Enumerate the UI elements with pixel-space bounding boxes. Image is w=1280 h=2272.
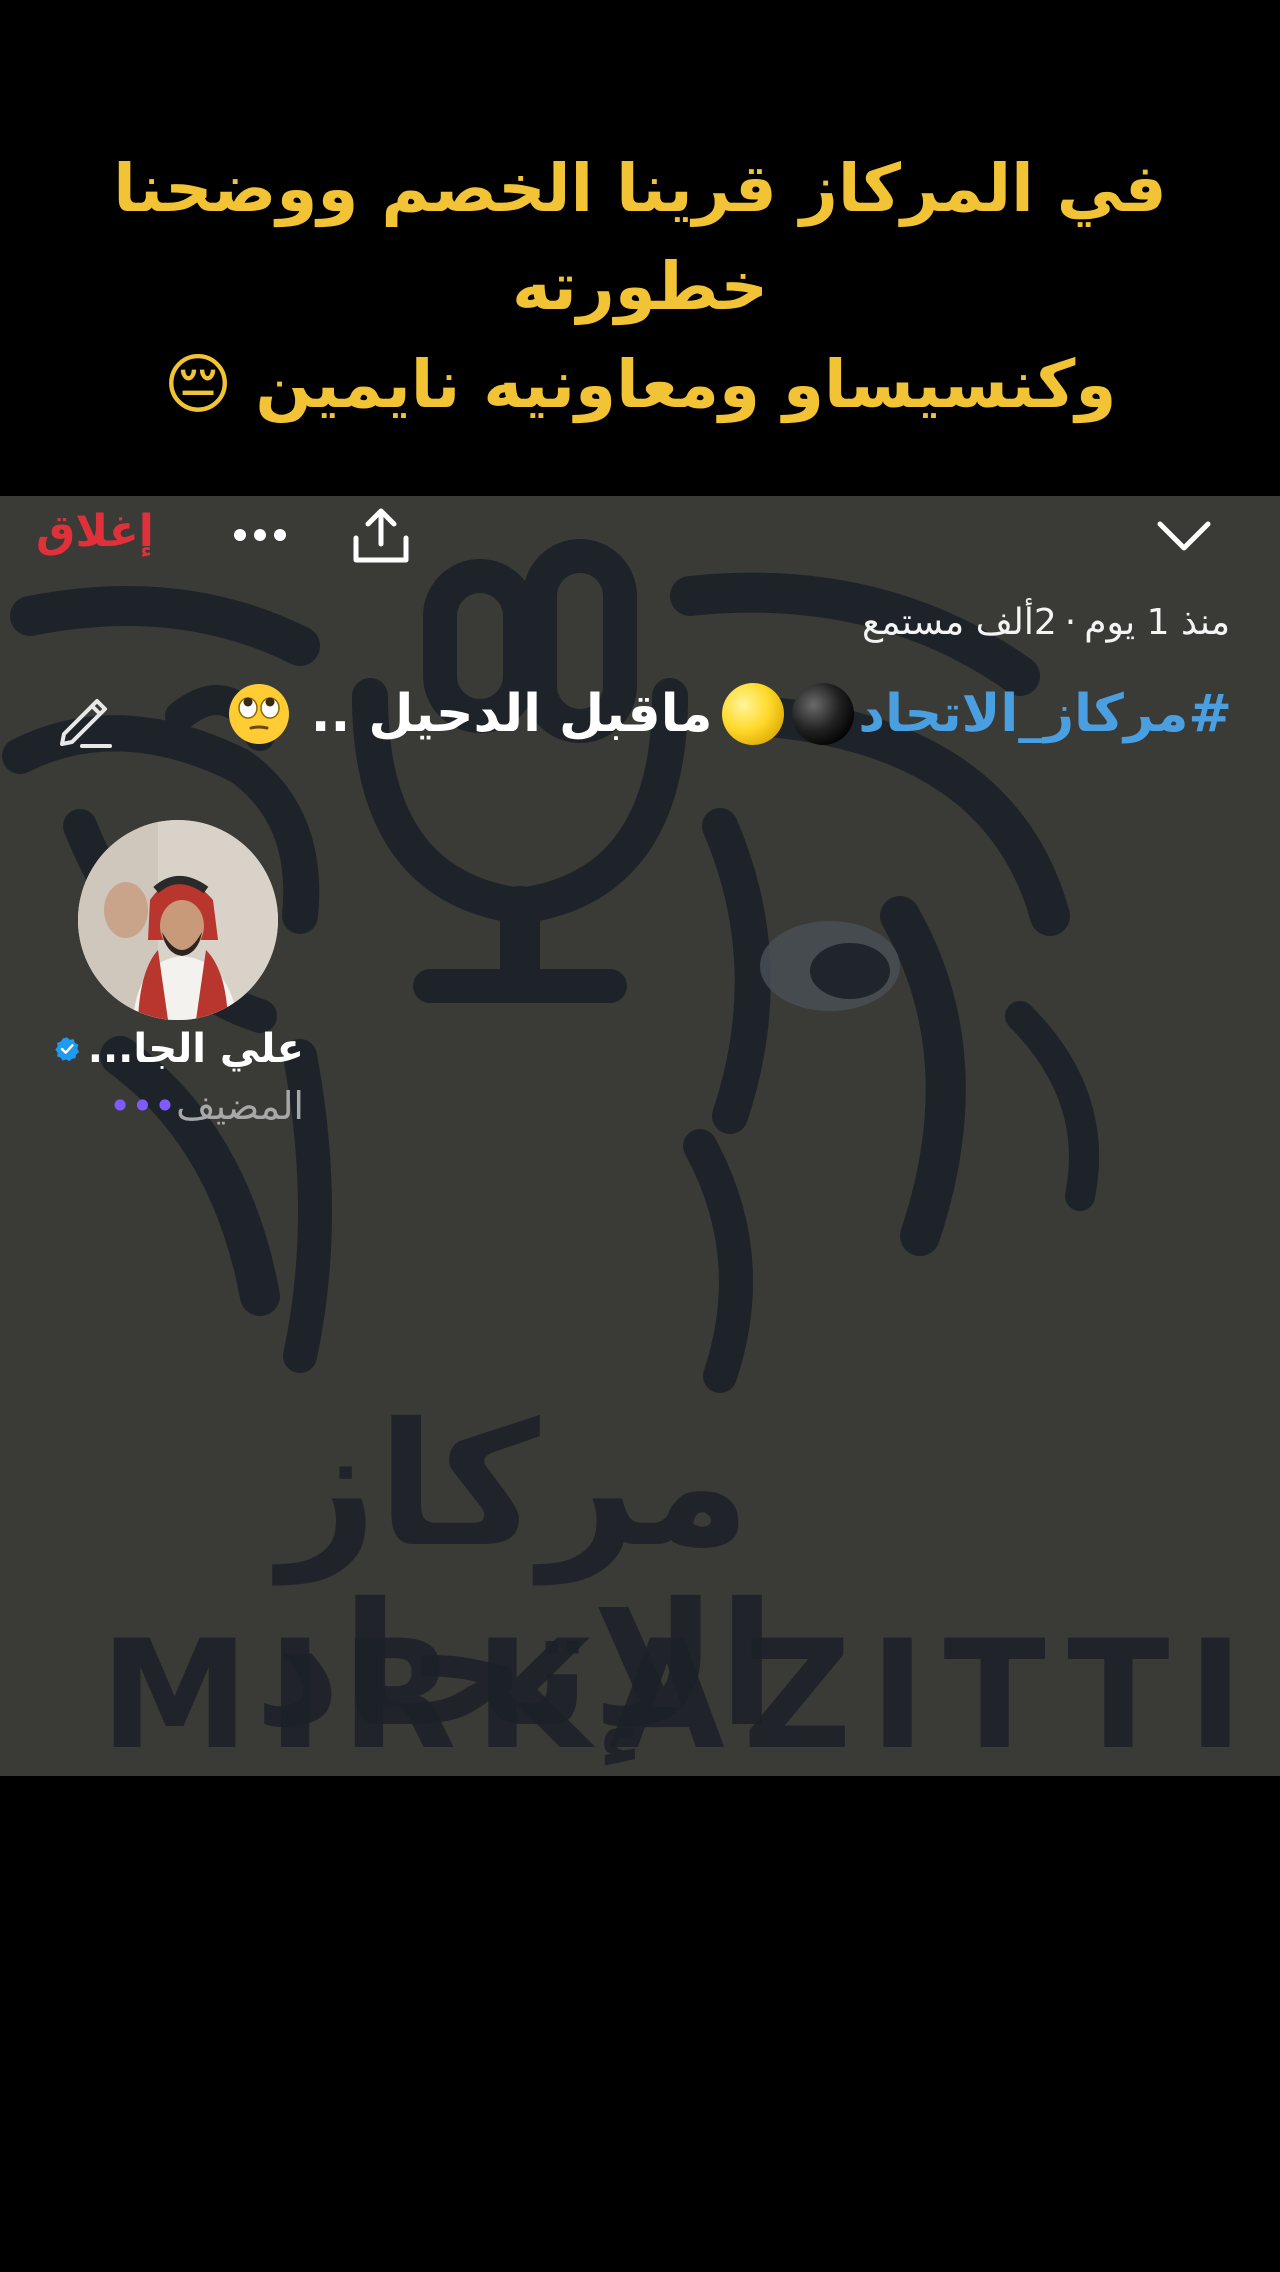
space-title-text: ماقبل الدحيل .. bbox=[310, 684, 713, 744]
space-time-ago: منذ 1 يوم bbox=[1084, 602, 1230, 643]
share-button[interactable] bbox=[350, 506, 412, 566]
space-meta: منذ 1 يوم·2ألف مستمع bbox=[862, 602, 1230, 643]
host-role-label: المضيف bbox=[176, 1084, 304, 1128]
space-listener-count: 2ألف مستمع bbox=[861, 602, 1057, 643]
meta-separator: · bbox=[1064, 602, 1077, 643]
caption-line-3: وكنسيساو ومعاونيه نايمين 😔 bbox=[163, 346, 1117, 423]
black-circle-emoji bbox=[792, 683, 855, 745]
space-hashtag[interactable]: #مركاز_الاتحاد bbox=[858, 684, 1232, 744]
close-button[interactable]: إغلاق bbox=[36, 506, 154, 557]
collapse-button[interactable] bbox=[1156, 516, 1212, 556]
host-avatar-photo bbox=[78, 820, 278, 1020]
caption-line-1: في المركاز قرينا الخصم ووضحنا bbox=[113, 150, 1167, 227]
more-options-button[interactable] bbox=[230, 510, 290, 560]
pencil-icon bbox=[60, 699, 112, 748]
yellow-circle-emoji bbox=[722, 683, 785, 745]
host-role: المضيف••• bbox=[94, 1084, 304, 1128]
caption-line-2: خطورته bbox=[511, 248, 769, 325]
chevron-down-icon bbox=[1157, 521, 1211, 551]
verified-badge-icon bbox=[55, 1037, 80, 1062]
avatar[interactable] bbox=[78, 820, 278, 1020]
space-title: #مركاز_الاتحاد ماقبل الدحيل .. bbox=[227, 682, 1232, 746]
eye-roll-emoji bbox=[228, 684, 289, 744]
more-horizontal-icon bbox=[234, 529, 286, 541]
video-caption: في المركاز قرينا الخصم ووضحنا خطورته وكن… bbox=[0, 140, 1280, 434]
logo-english-text: MIRKAZITTI bbox=[100, 1609, 1262, 1776]
share-icon bbox=[353, 508, 409, 563]
host-speaker[interactable]: علي الجا... المضيف••• bbox=[54, 820, 314, 1140]
host-name-row: علي الجا... bbox=[54, 1026, 304, 1072]
speaking-dots-icon: ••• bbox=[108, 1084, 177, 1128]
host-name: علي الجا... bbox=[87, 1026, 304, 1072]
edit-button[interactable] bbox=[52, 688, 116, 752]
